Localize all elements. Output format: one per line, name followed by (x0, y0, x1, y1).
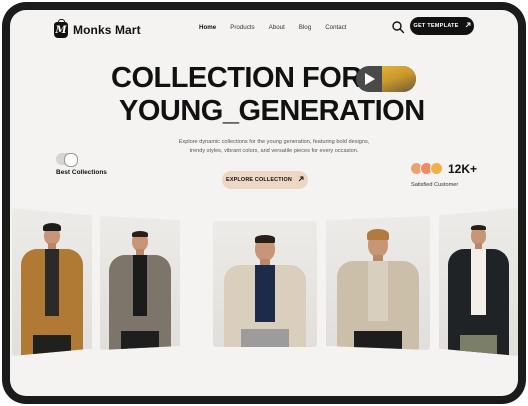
beanie-hat (43, 222, 61, 232)
product-card[interactable] (12, 208, 92, 356)
model-shirt (255, 265, 275, 322)
tablet-frame: M Monks Mart Home Products About Blog Co… (2, 2, 526, 404)
nav-item-products[interactable]: Products (230, 24, 254, 31)
video-preview-button[interactable] (356, 66, 416, 92)
beanie-hat (366, 229, 390, 241)
logo-letter: M (55, 24, 67, 36)
best-collections-label: Best Collections (56, 169, 107, 176)
product-card[interactable] (439, 208, 518, 356)
product-card[interactable] (326, 216, 430, 350)
avatar (430, 162, 443, 175)
explore-collection-label: EXPLORE COLLECTION (226, 177, 292, 183)
page-screen: M Monks Mart Home Products About Blog Co… (10, 10, 518, 396)
model-shirt (471, 248, 486, 316)
arrow-up-right-icon (465, 22, 471, 30)
shopping-bag-icon: M (54, 19, 68, 38)
hero-title-line2: YOUNG_GENERATION (119, 95, 425, 127)
nav-item-about[interactable]: About (269, 24, 285, 31)
model-pants (33, 335, 71, 356)
hero-description: Explore dynamic collections for the youn… (150, 138, 398, 156)
collections-toggle[interactable] (56, 153, 78, 167)
play-icon (365, 73, 375, 85)
model-pants (353, 331, 403, 350)
hero-description-line2: trendy styles, vibrant colors, and versa… (189, 148, 359, 154)
model-shirt (132, 255, 148, 316)
product-card[interactable] (100, 216, 180, 350)
get-template-label: GET TEMPLATE (413, 23, 459, 29)
nav-item-blog[interactable]: Blog (299, 24, 311, 31)
get-template-button[interactable]: GET TEMPLATE (410, 17, 474, 35)
navbar: M Monks Mart Home Products About Blog Co… (10, 10, 518, 50)
nav-item-home[interactable]: Home (199, 24, 216, 31)
model-pants (240, 329, 290, 347)
customer-count: 12K+ (448, 162, 478, 176)
product-card[interactable] (213, 221, 317, 347)
video-thumbnail (382, 66, 416, 92)
explore-collection-button[interactable]: EXPLORE COLLECTION (222, 171, 308, 189)
brand-logo[interactable]: M Monks Mart (54, 19, 141, 38)
model-hair (132, 231, 148, 237)
arrow-up-right-icon (298, 176, 304, 184)
main-menu: Home Products About Blog Contact (199, 24, 347, 31)
hero-description-line1: Explore dynamic collections for the youn… (178, 139, 370, 145)
search-icon[interactable] (391, 20, 405, 34)
customer-count-label: Satisfied Customer (411, 182, 459, 188)
model-shirt (44, 248, 60, 316)
nav-item-contact[interactable]: Contact (325, 24, 346, 31)
hero-title-line1: COLLECTION FOR (111, 62, 362, 94)
model-pants (460, 335, 497, 356)
model-hair (254, 235, 276, 243)
model-shirt (368, 261, 388, 322)
customer-avatars (410, 162, 443, 175)
model-pants (121, 331, 159, 350)
model-hair (470, 224, 487, 231)
brand-name: Monks Mart (73, 23, 141, 37)
